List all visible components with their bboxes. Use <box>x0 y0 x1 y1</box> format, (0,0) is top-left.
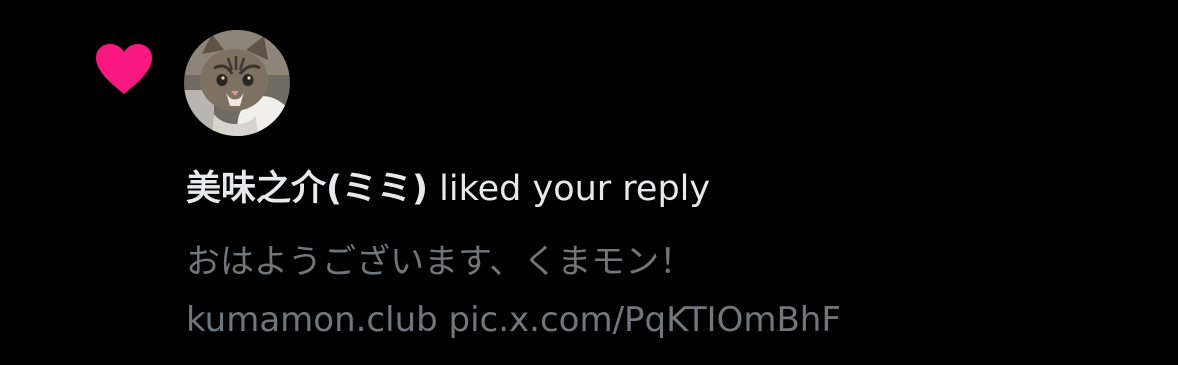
avatar[interactable] <box>184 30 290 136</box>
like-notification[interactable]: 美味之介(ミミ) liked your reply おはようございます、くまモン… <box>0 0 1178 365</box>
cat-avatar-icon <box>184 30 290 136</box>
reply-text: おはようございます、くまモン！ <box>186 242 694 282</box>
notification-headline: 美味之介(ミミ) liked your reply <box>186 166 710 212</box>
reply-text-link-line: kumamon.club pic.x.com/PqKTIOmBhF <box>186 300 841 340</box>
action-text: liked your reply <box>439 169 711 209</box>
user-name-link[interactable]: 美味之介(ミミ) <box>186 169 428 209</box>
heart-icon <box>96 44 152 94</box>
